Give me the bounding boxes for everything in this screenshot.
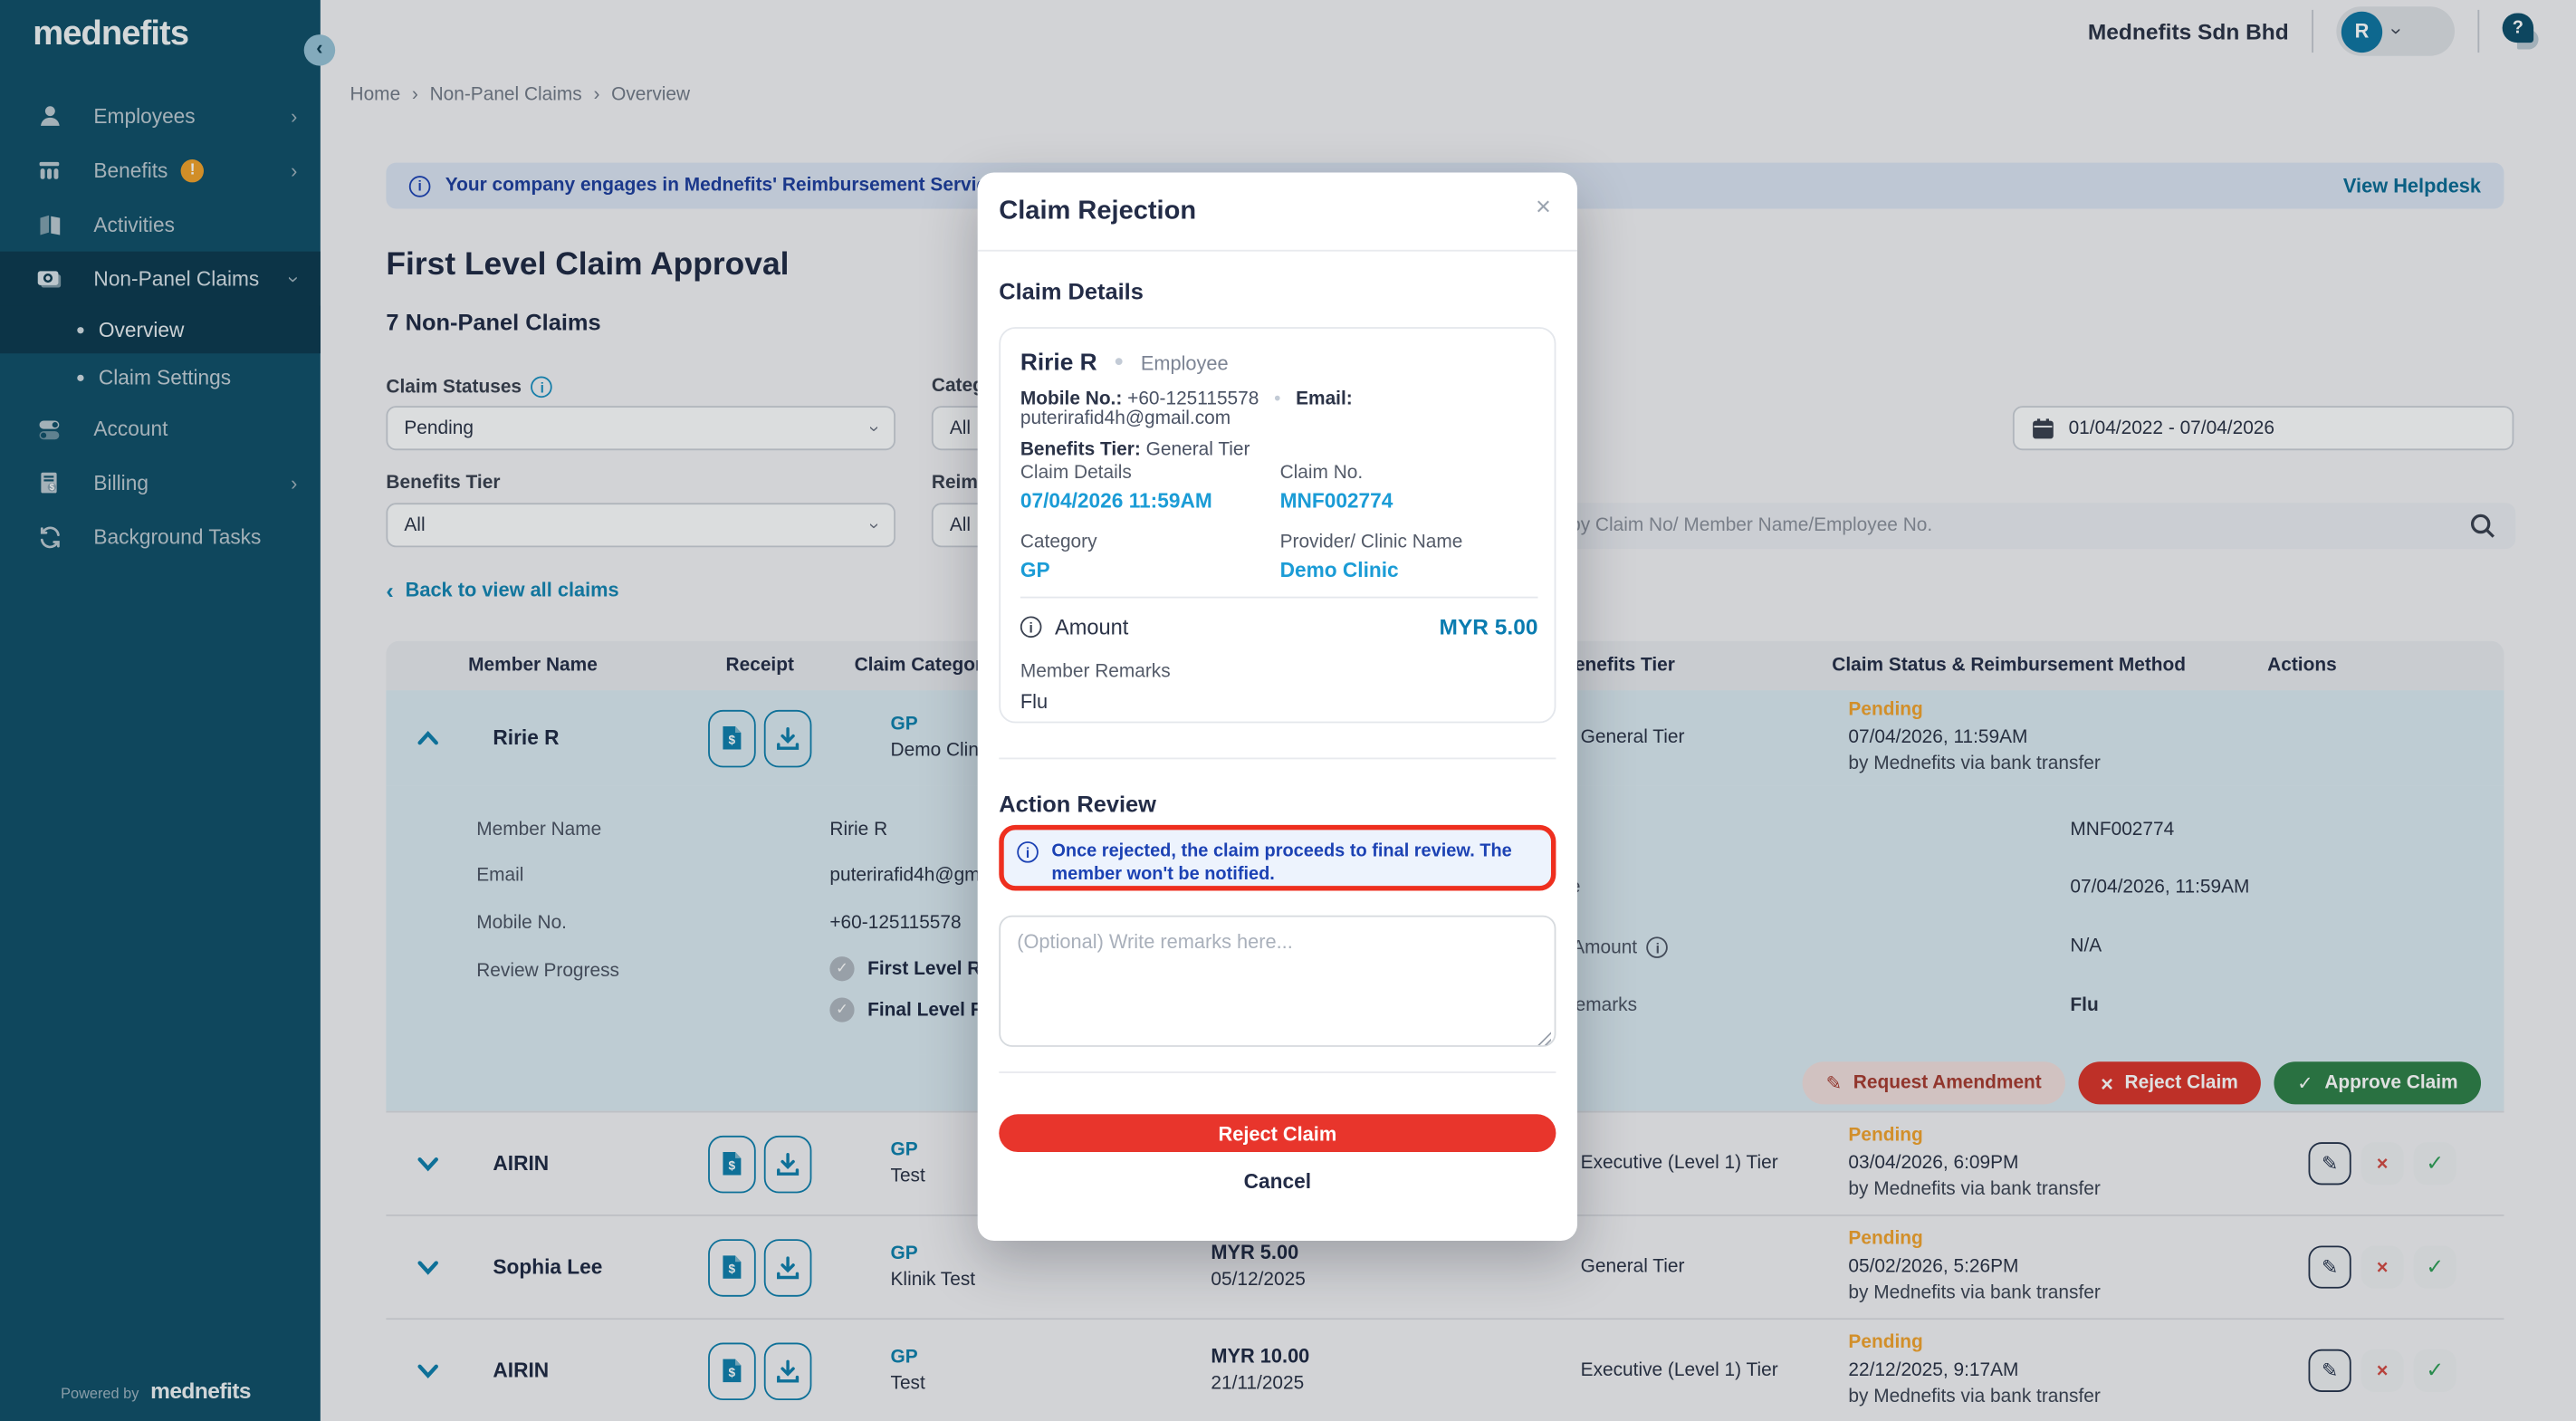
email-value: puterirafid4h@gmail.com [1020, 409, 1231, 429]
category-label: Category [1020, 533, 1097, 552]
action-review-heading: Action Review [999, 791, 1156, 817]
member-name: Ririe R [1020, 350, 1097, 377]
provider-link[interactable]: Demo Clinic [1280, 559, 1399, 581]
dot-separator: • [1115, 349, 1124, 377]
claim-details-link[interactable]: 07/04/2026 11:59AM [1020, 490, 1212, 513]
claim-rejection-modal: Claim Rejection × Claim Details Ririe R … [978, 173, 1577, 1241]
tier-value: General Tier [1146, 440, 1250, 460]
member-role: Employee [1141, 351, 1229, 374]
divider [999, 758, 1556, 760]
email-label: Email: [1296, 389, 1353, 409]
amount-label: i Amount [1020, 615, 1128, 639]
mobile-value: +60-125115578 [1127, 389, 1259, 409]
member-remarks-value: Flu [1020, 690, 1048, 713]
claim-details-heading: Claim Details [999, 278, 1144, 304]
claim-no-value: MNF002774 [1280, 490, 1393, 513]
divider [978, 250, 1577, 252]
dot-separator: • [1274, 389, 1280, 409]
claim-details-label: Claim Details [1020, 464, 1132, 484]
modal-reject-claim-button[interactable]: Reject Claim [999, 1114, 1556, 1152]
info-icon: i [1020, 616, 1042, 638]
divider [999, 1071, 1556, 1073]
modal-cancel-button[interactable]: Cancel [978, 1170, 1577, 1193]
claim-details-card: Ririe R • Employee Mobile No.: +60-12511… [999, 327, 1556, 723]
amount-value: MYR 5.00 [1440, 615, 1538, 639]
info-icon: i [1017, 841, 1039, 863]
close-icon[interactable]: × [1536, 194, 1551, 224]
tier-label: Benefits Tier: [1020, 440, 1141, 460]
provider-label: Provider/ Clinic Name [1280, 533, 1463, 552]
alert-text: Once rejected, the claim proceeds to fin… [1051, 838, 1534, 886]
category-value: GP [1020, 559, 1050, 581]
claim-no-label: Claim No. [1280, 464, 1364, 484]
mobile-label: Mobile No.: [1020, 389, 1122, 409]
resize-handle-icon[interactable] [1537, 1031, 1551, 1045]
modal-title: Claim Rejection [999, 197, 1196, 227]
divider [1020, 597, 1538, 599]
app-window: mednefits Employees › Benefits ! › [0, 0, 2576, 1421]
rejection-warning-alert: i Once rejected, the claim proceeds to f… [999, 825, 1556, 891]
remarks-textarea[interactable] [999, 916, 1556, 1047]
member-remarks-label: Member Remarks [1020, 662, 1171, 682]
